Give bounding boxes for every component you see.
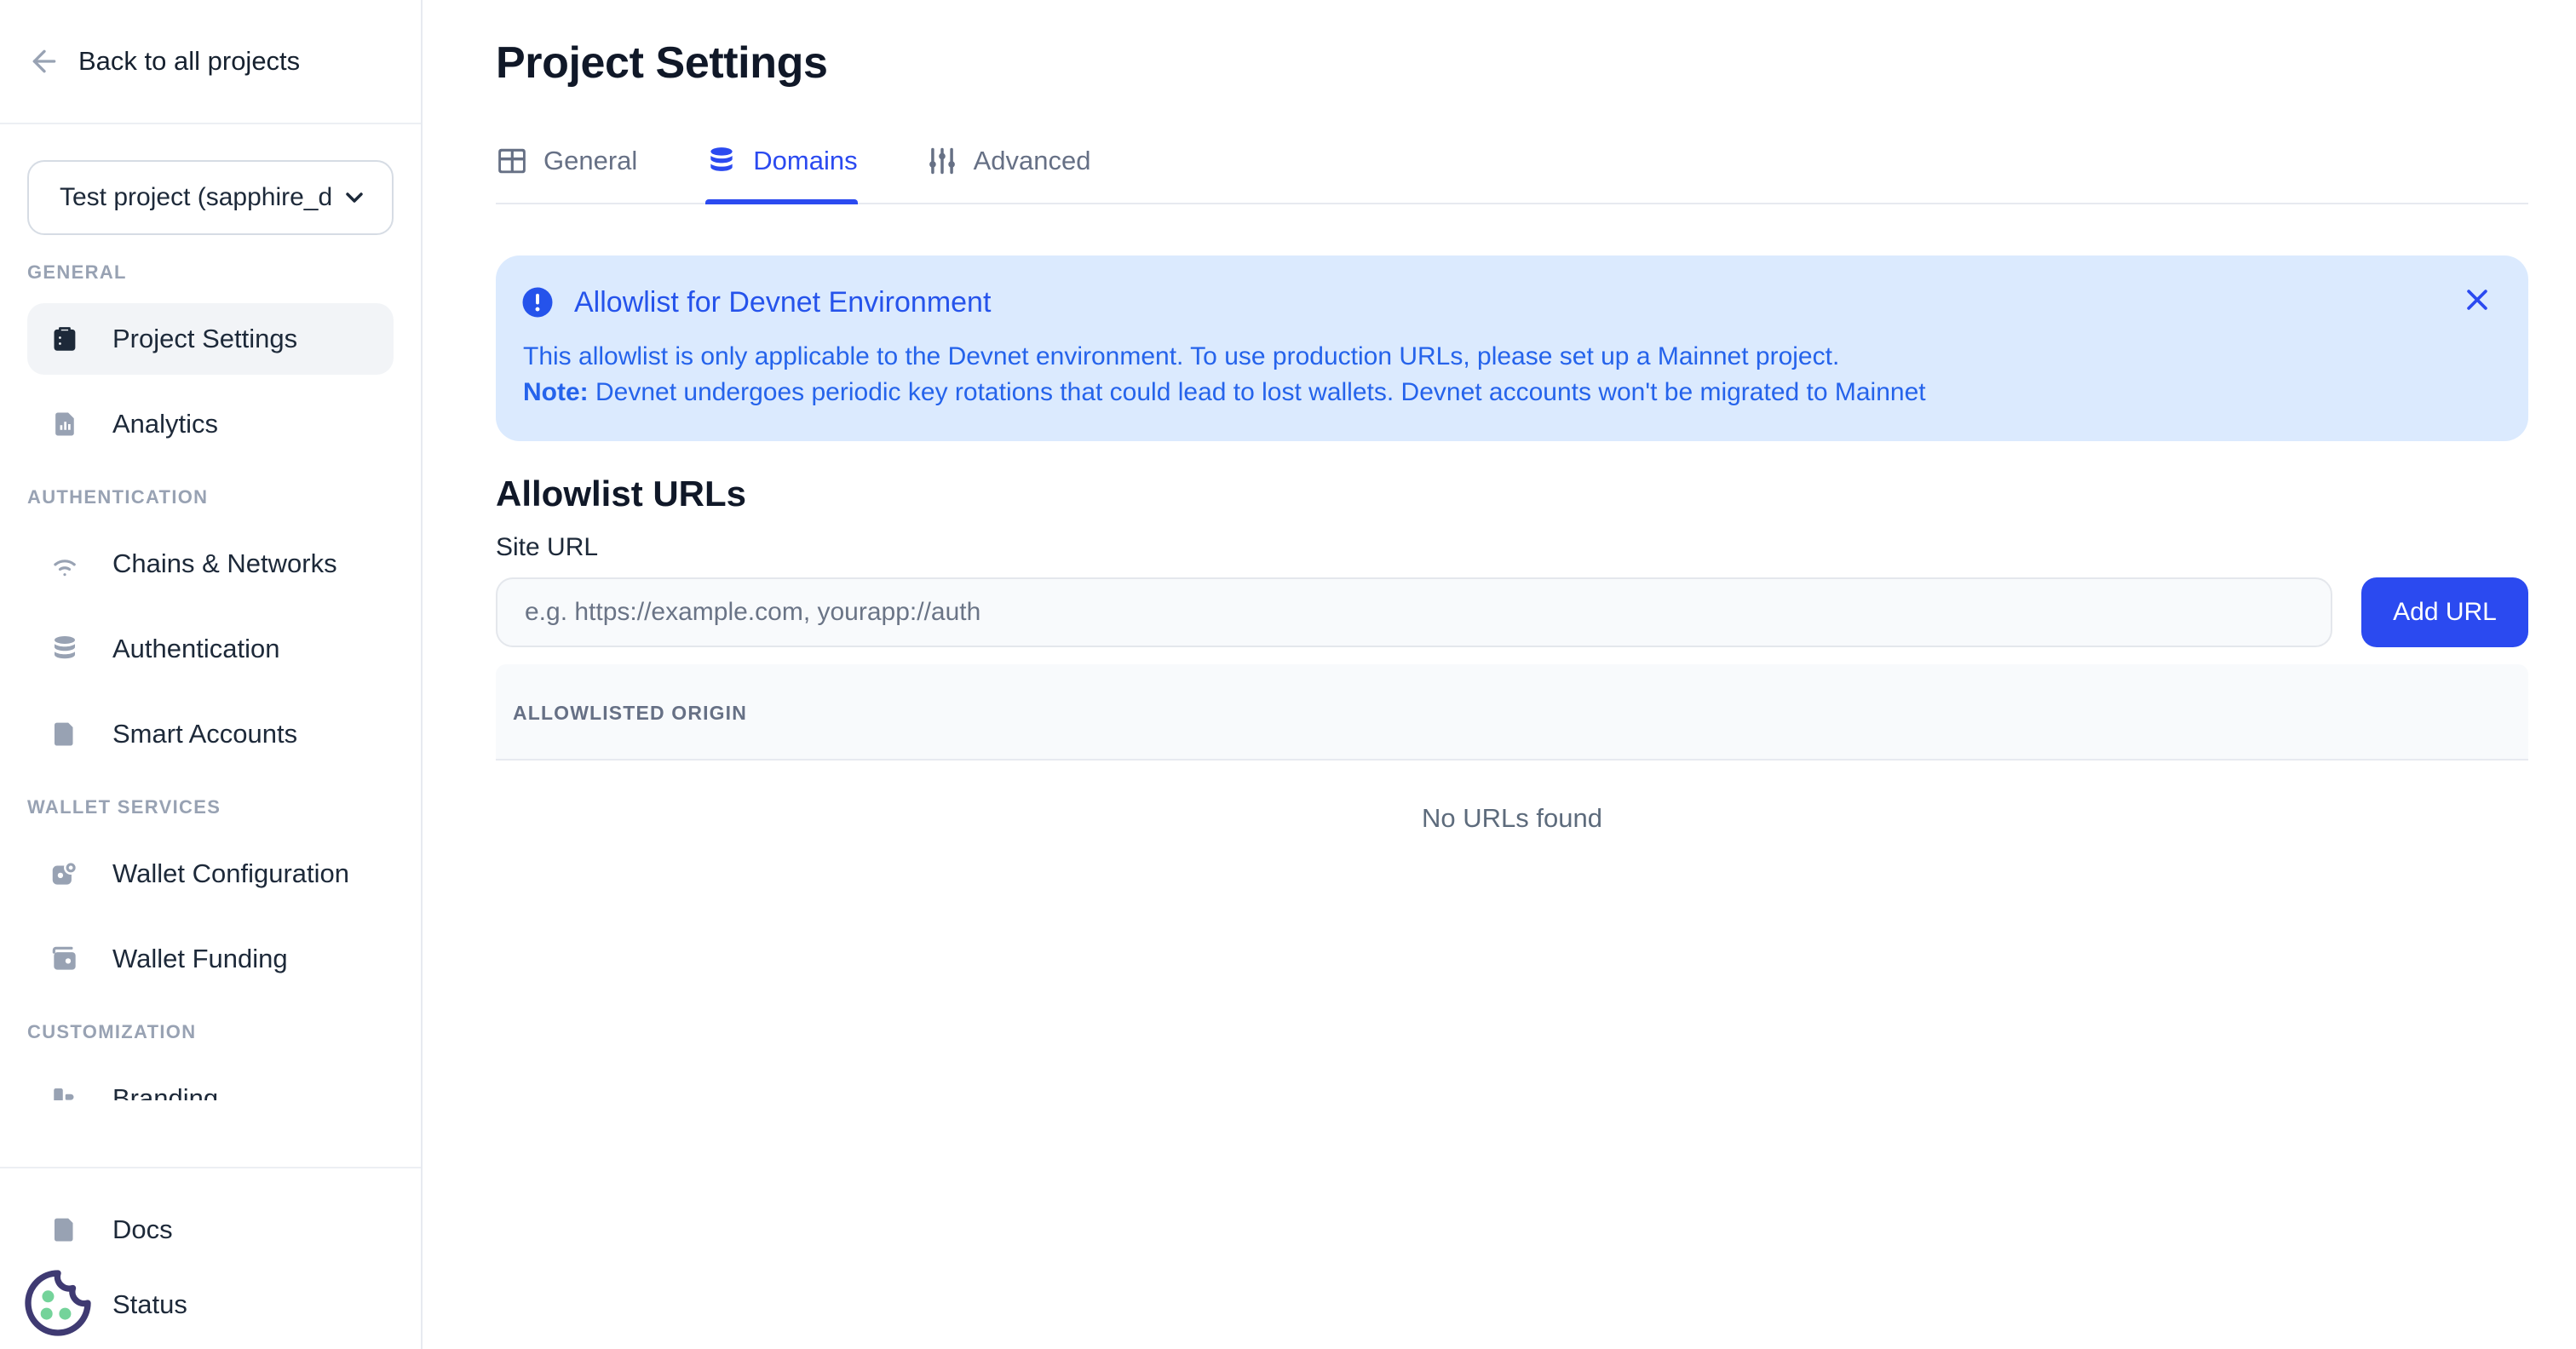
page-title: Project Settings (496, 37, 2528, 89)
sidebar-item-wallet-funding[interactable]: Wallet Funding (27, 923, 394, 995)
file-chart-icon (48, 407, 82, 441)
wallet-gear-icon (48, 857, 82, 891)
table-header-allowlisted-origin: ALLOWLISTED ORIGIN (513, 702, 747, 724)
back-label: Back to all projects (78, 46, 300, 77)
app-window: Back to all projects Test project (sapph… (0, 0, 2576, 1349)
site-url-input[interactable] (496, 577, 2332, 647)
allowlisted-origin-table: ALLOWLISTED ORIGIN No URLs found (496, 664, 2528, 876)
sidebar-item-label: Wallet Funding (112, 944, 288, 974)
sidebar-item-label: Project Settings (112, 324, 297, 354)
nav-section-wallet-services: WALLET SERVICES Wallet Configuration Wal… (0, 797, 421, 995)
sidebar-nav: GENERAL Project Settings Analytics AUTHE… (0, 249, 421, 1100)
cookie-consent-icon[interactable] (22, 1267, 94, 1339)
section-label: GENERAL (27, 262, 394, 283)
tab-advanced[interactable]: Advanced (926, 145, 1091, 203)
tab-label: General (543, 146, 637, 176)
sidebar-item-project-settings[interactable]: Project Settings (27, 303, 394, 375)
tab-general[interactable]: General (496, 145, 637, 203)
branding-icon (48, 1082, 82, 1100)
close-icon (2463, 285, 2492, 314)
banner-note-text: Devnet undergoes periodic key rotations … (589, 378, 1926, 406)
project-selector-value: Test project (sapphire_d (60, 183, 332, 212)
section-label: AUTHENTICATION (27, 487, 394, 508)
sidebar-item-wallet-configuration[interactable]: Wallet Configuration (27, 838, 394, 910)
wifi-icon (48, 547, 82, 581)
sidebar-item-smart-accounts[interactable]: Smart Accounts (27, 698, 394, 770)
table-header-row: ALLOWLISTED ORIGIN (496, 664, 2528, 761)
section-label: CUSTOMIZATION (27, 1022, 394, 1042)
sidebar-item-label: Docs (112, 1214, 173, 1245)
tab-label: Advanced (974, 146, 1091, 176)
banner-line-2: Note: Devnet undergoes periodic key rota… (523, 375, 2447, 410)
clipboard-list-icon (48, 322, 82, 356)
file-icon (48, 1213, 82, 1247)
sidebar-item-branding[interactable]: Branding (27, 1063, 394, 1100)
arrow-left-icon (27, 44, 61, 78)
database-icon (48, 632, 82, 666)
add-url-row: Add URL (496, 577, 2528, 647)
sidebar-item-docs[interactable]: Docs (27, 1194, 394, 1266)
tab-domains[interactable]: Domains (705, 145, 857, 203)
tab-label: Domains (753, 146, 857, 176)
sidebar-item-analytics[interactable]: Analytics (27, 388, 394, 460)
sidebar-item-label: Authentication (112, 634, 279, 664)
site-url-label: Site URL (496, 533, 2528, 562)
wallet-card-icon (48, 942, 82, 976)
database-icon (705, 145, 738, 177)
devnet-allowlist-banner: Allowlist for Devnet Environment This al… (496, 255, 2528, 441)
project-selector[interactable]: Test project (sapphire_d (27, 160, 394, 235)
sidebar-item-label: Smart Accounts (112, 719, 297, 749)
sidebar-item-label: Branding (112, 1083, 218, 1100)
banner-close-button[interactable] (2457, 279, 2498, 320)
main-content: Project Settings General Domains Advance… (424, 0, 2576, 1349)
sidebar-item-label: Analytics (112, 409, 218, 439)
banner-note-label: Note: (523, 378, 589, 406)
nav-section-authentication: AUTHENTICATION Chains & Networks Authent… (0, 487, 421, 770)
tab-bar: General Domains Advanced (496, 145, 2528, 204)
sidebar: Back to all projects Test project (sapph… (0, 0, 423, 1349)
alert-circle-icon (520, 284, 555, 320)
banner-line-1: This allowlist is only applicable to the… (523, 339, 2447, 375)
chevron-down-icon (341, 184, 368, 211)
sliders-icon (926, 145, 958, 177)
nav-section-general: GENERAL Project Settings Analytics (0, 262, 421, 460)
file-icon (48, 717, 82, 751)
allowlist-heading: Allowlist URLs (496, 474, 2528, 514)
sidebar-item-authentication[interactable]: Authentication (27, 613, 394, 685)
grid-icon (496, 145, 528, 177)
section-label: WALLET SERVICES (27, 797, 394, 818)
sidebar-item-chains-networks[interactable]: Chains & Networks (27, 528, 394, 600)
nav-section-customization: CUSTOMIZATION Branding (0, 1022, 421, 1100)
add-url-button[interactable]: Add URL (2361, 577, 2528, 647)
back-to-projects-button[interactable]: Back to all projects (0, 0, 421, 124)
table-empty-state: No URLs found (496, 761, 2528, 876)
banner-title: Allowlist for Devnet Environment (574, 286, 991, 319)
banner-body: This allowlist is only applicable to the… (523, 339, 2447, 410)
sidebar-item-label: Chains & Networks (112, 548, 337, 579)
sidebar-item-label: Wallet Configuration (112, 858, 349, 889)
sidebar-item-label: Status (112, 1289, 187, 1320)
